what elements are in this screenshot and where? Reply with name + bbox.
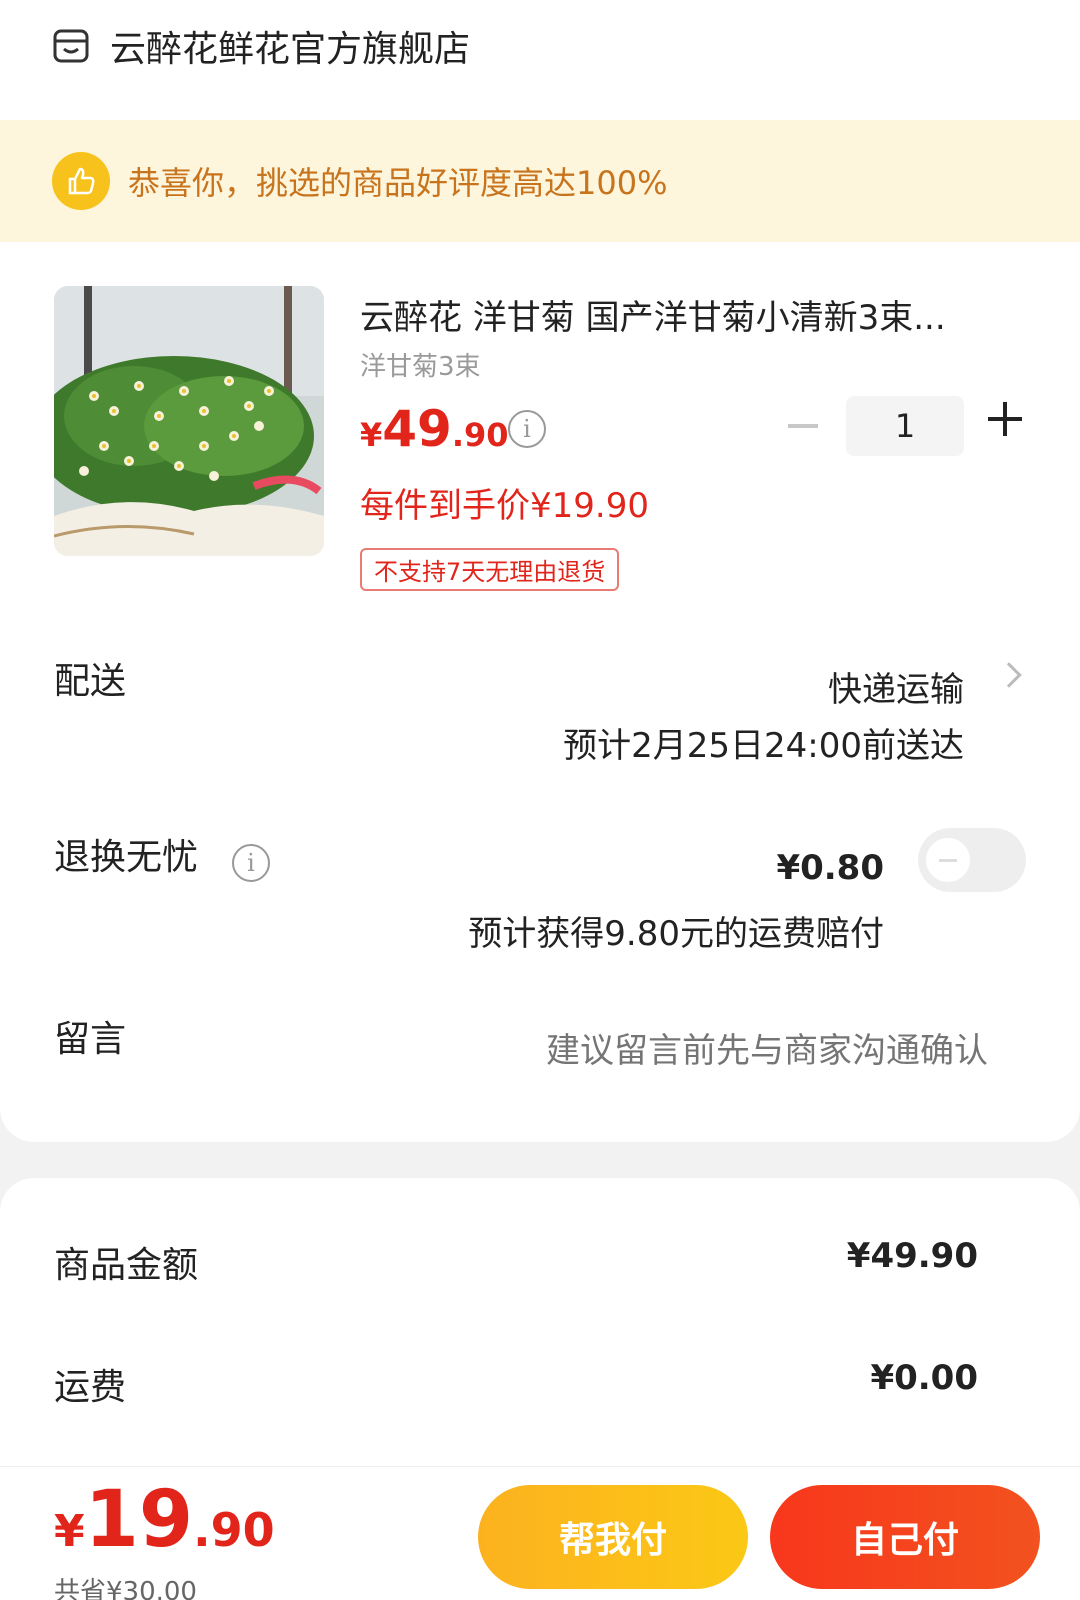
- thumbs-up-icon: [52, 152, 110, 210]
- price-currency: ¥: [360, 416, 383, 454]
- return-insurance-note: 预计获得9.80元的运费赔付: [468, 914, 884, 954]
- checkout-bar: ¥ 19 .90 共省¥30.00 帮我付 自己付: [0, 1466, 1080, 1600]
- message-input[interactable]: [428, 1032, 988, 1071]
- rating-banner: 恭喜你，挑选的商品好评度高达100%: [0, 120, 1080, 242]
- return-insurance-label: 退换无忧: [54, 837, 199, 878]
- total-decimal: .90: [193, 1503, 275, 1557]
- shop-name: 云醉花鲜花官方旗舰店: [110, 29, 471, 70]
- goods-amount-label: 商品金额: [54, 1245, 199, 1286]
- return-insurance-price: ¥0.80: [776, 848, 884, 888]
- pay-myself-button[interactable]: 自己付: [770, 1485, 1040, 1589]
- price-decimal: .90: [451, 416, 509, 454]
- toggle-knob: [926, 838, 970, 882]
- product-price: ¥ 49 .90: [360, 400, 509, 458]
- return-policy-badge: 不支持7天无理由退货: [360, 548, 620, 591]
- shipping-fee-value: ¥0.00: [870, 1358, 978, 1398]
- return-insurance-toggle[interactable]: [918, 828, 1026, 892]
- order-card: 云醉花鲜花官方旗舰店 恭喜你，挑选的商品好评度高达100% 云醉花 洋甘菊 国产…: [0, 0, 1080, 1142]
- saved-amount: 共省¥30.00: [54, 1577, 197, 1600]
- unit-price: 每件到手价¥19.90: [360, 486, 649, 526]
- delivery-eta: 预计2月25日24:00前送达: [563, 726, 964, 766]
- decrease-quantity-button[interactable]: [788, 424, 818, 428]
- goods-amount-value: ¥49.90: [846, 1236, 978, 1276]
- product-image[interactable]: [54, 286, 324, 556]
- increase-quantity-button[interactable]: [988, 402, 1022, 436]
- info-icon[interactable]: i: [232, 844, 270, 882]
- info-icon[interactable]: i: [508, 410, 546, 448]
- price-integer: 49: [382, 400, 452, 458]
- delivery-method[interactable]: 快递运输: [828, 662, 964, 711]
- total-price: ¥ 19 .90: [54, 1475, 275, 1565]
- product-spec[interactable]: 洋甘菊3束: [360, 346, 481, 383]
- shop-header[interactable]: 云醉花鲜花官方旗舰店: [52, 18, 470, 74]
- delivery-label: 配送: [54, 661, 127, 702]
- banner-text: 恭喜你，挑选的商品好评度高达100%: [128, 164, 668, 202]
- store-icon: [53, 29, 89, 63]
- total-integer: 19: [84, 1475, 194, 1565]
- chevron-right-icon[interactable]: [996, 662, 1022, 688]
- shipping-fee-label: 运费: [54, 1367, 127, 1408]
- total-currency: ¥: [54, 1506, 85, 1557]
- message-label: 留言: [54, 1019, 127, 1060]
- product-title[interactable]: 云醉花 洋甘菊 国产洋甘菊小清新3束...: [360, 290, 1020, 339]
- quantity-field[interactable]: 1: [846, 396, 964, 456]
- help-me-pay-button[interactable]: 帮我付: [478, 1485, 748, 1589]
